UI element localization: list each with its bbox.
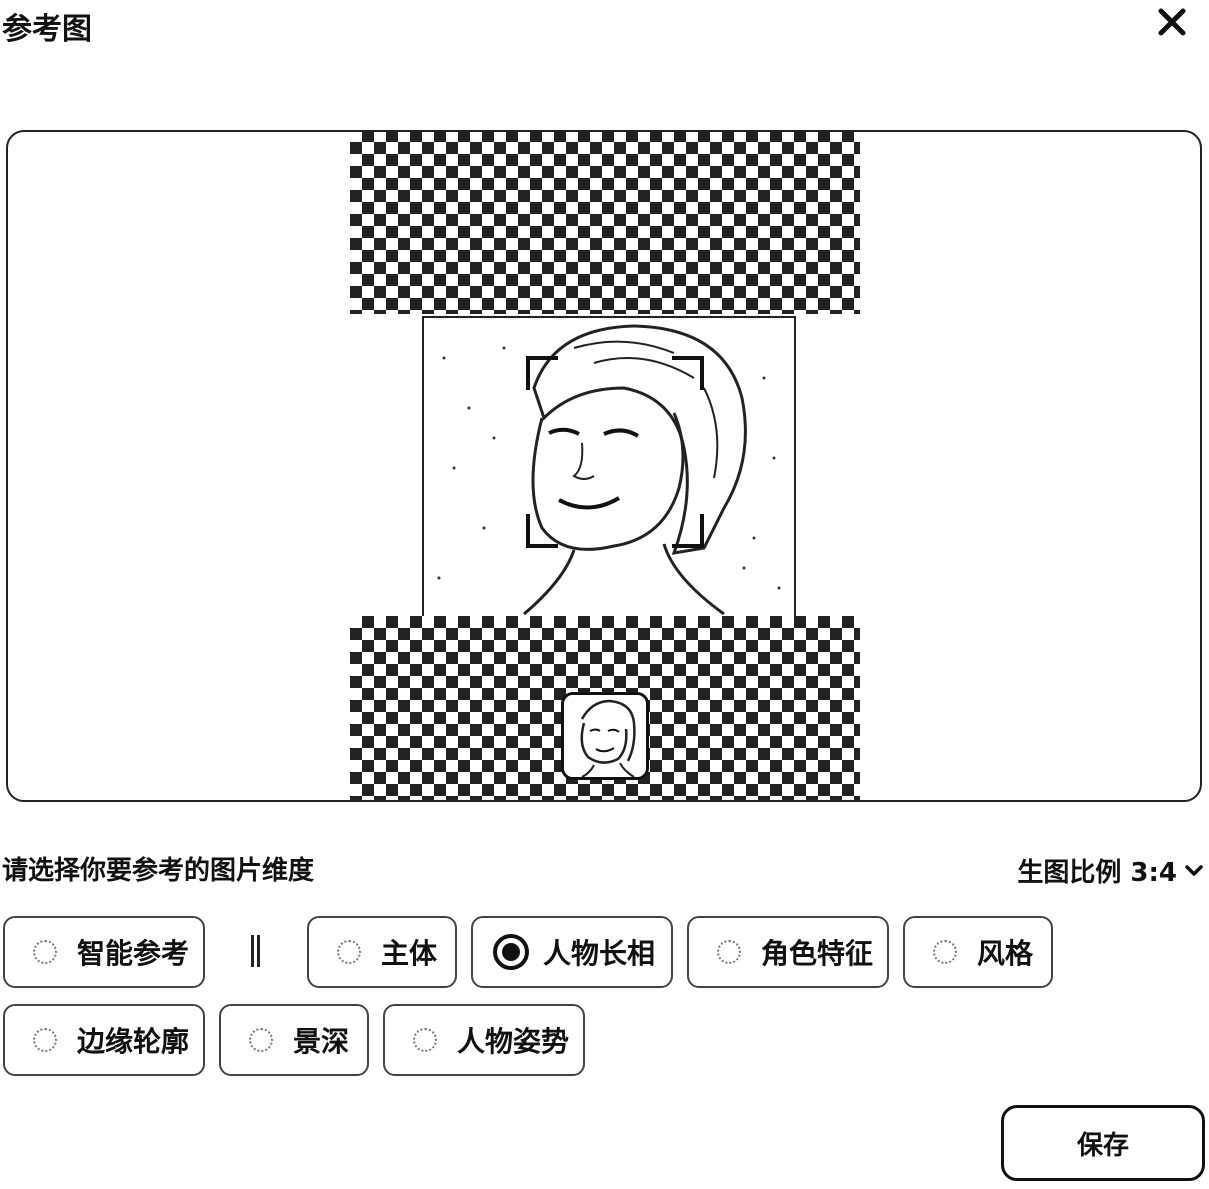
option-label: 人物长相 [543,937,656,970]
option-pose[interactable]: 人物姿势 [383,1004,585,1076]
radio-icon [337,940,361,964]
option-label: 主体 [381,937,438,970]
aspect-ratio-selector[interactable]: 生图比例 3:4 [1017,852,1205,889]
option-label: 风格 [977,937,1034,970]
radio-icon [33,940,57,964]
option-character-features[interactable]: 角色特征 [687,916,889,988]
radio-icon [413,1028,437,1052]
reference-photo [422,316,796,618]
reference-thumbnail[interactable] [561,692,649,780]
option-label: 景深 [293,1025,350,1058]
aspect-ratio-label: 生图比例 3:4 [1017,858,1177,888]
radio-icon [933,940,957,964]
option-label: 智能参考 [77,937,190,970]
save-button[interactable]: 保存 [1001,1105,1205,1181]
chevron-down-icon [1185,864,1203,876]
option-depth-of-field[interactable]: 景深 [219,1004,369,1076]
radio-selected-icon [493,934,529,970]
transparent-area-top [350,132,860,314]
radio-icon [717,940,741,964]
dimension-prompt: 请选择你要参考的图片维度 [2,856,315,886]
option-face-likeness[interactable]: 人物长相 [471,916,673,988]
option-edge-contour[interactable]: 边缘轮廓 [3,1004,205,1076]
option-style[interactable]: 风格 [903,916,1053,988]
radio-icon [249,1028,273,1052]
dialog-title: 参考图 [2,12,92,47]
option-label: 边缘轮廓 [77,1025,190,1058]
option-label: 人物姿势 [457,1025,570,1058]
close-icon[interactable] [1156,6,1188,38]
reference-preview [6,130,1202,802]
option-subject[interactable]: 主体 [307,916,457,988]
option-label: 角色特征 [761,937,874,970]
divider [251,935,260,967]
radio-icon [33,1028,57,1052]
option-smart-reference[interactable]: 智能参考 [3,916,205,988]
